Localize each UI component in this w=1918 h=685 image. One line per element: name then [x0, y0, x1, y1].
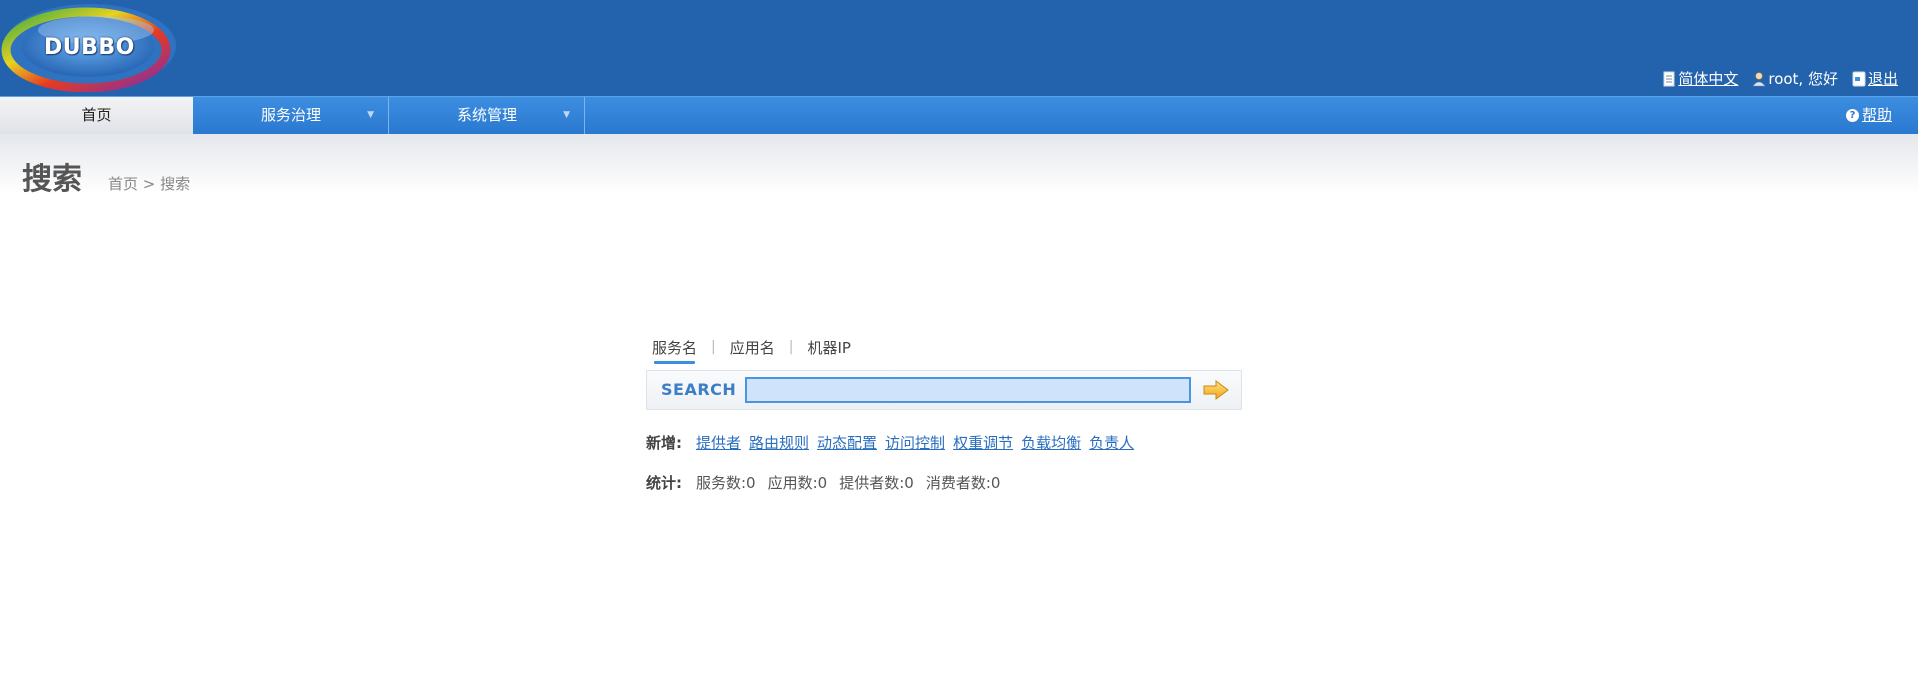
chevron-down-icon: ▼	[563, 110, 570, 120]
stat-consumers: 消费者数:0	[925, 473, 1001, 492]
add-dynamic-config-link[interactable]: 动态配置	[817, 432, 877, 453]
add-owner-link[interactable]: 负责人	[1089, 432, 1134, 453]
search-label: SEARCH	[661, 380, 737, 399]
user-bar: 简体中文 root, 您好 退出	[1662, 68, 1898, 89]
breadcrumb: 首页 > 搜索	[108, 175, 191, 193]
help-icon: ?	[1845, 109, 1859, 122]
add-access-control-link[interactable]: 访问控制	[885, 432, 945, 453]
search-arrow-icon[interactable]	[1201, 378, 1231, 402]
nav-service-governance-label: 服务治理	[260, 106, 321, 124]
tab-machine-ip[interactable]: 机器IP	[807, 337, 850, 358]
add-weight-link[interactable]: 权重调节	[953, 432, 1013, 453]
chevron-down-icon: ▼	[367, 110, 374, 120]
user-icon	[1752, 71, 1766, 86]
logout-icon	[1852, 71, 1866, 86]
search-tabs: 服务名 | 应用名 | 机器IP	[646, 334, 1242, 364]
add-row: 新增: 提供者 路由规则 动态配置 访问控制 权重调节 负载均衡 负责人	[646, 432, 1242, 452]
search-area: 服务名 | 应用名 | 机器IP SEARCH 新增: 提供者 路由规则 动态配…	[646, 334, 1242, 492]
dubbo-logo[interactable]: DUBBO	[0, 0, 180, 92]
nav-system-management[interactable]: 系统管理 ▼	[390, 97, 585, 134]
tab-service-name[interactable]: 服务名	[652, 337, 697, 364]
tab-application-name[interactable]: 应用名	[730, 337, 775, 358]
page-title: 搜索	[22, 162, 82, 197]
tab-divider: |	[711, 339, 716, 355]
user-info: root, 您好	[1752, 68, 1838, 89]
logo-text: DUBBO	[44, 35, 135, 60]
language-switch[interactable]: 简体中文	[1662, 68, 1738, 89]
stat-services: 服务数:0	[696, 473, 756, 492]
add-route-link[interactable]: 路由规则	[749, 432, 809, 453]
add-provider-link[interactable]: 提供者	[696, 432, 741, 453]
stat-providers: 提供者数:0	[839, 473, 914, 492]
nav-home[interactable]: 首页	[0, 97, 193, 134]
user-greeting: root, 您好	[1768, 70, 1838, 88]
add-load-balance-link[interactable]: 负载均衡	[1021, 432, 1081, 453]
document-icon	[1663, 71, 1675, 86]
search-input[interactable]	[745, 377, 1191, 403]
tab-divider: |	[788, 339, 794, 355]
logout[interactable]: 退出	[1852, 68, 1898, 89]
logout-link[interactable]: 退出	[1868, 68, 1898, 89]
help-link[interactable]: 帮助	[1862, 97, 1892, 134]
nav-system-management-label: 系统管理	[456, 106, 517, 124]
add-label: 新增:	[646, 433, 682, 452]
title-bar: 搜索 首页 > 搜索	[0, 134, 1918, 197]
nav-service-governance[interactable]: 服务治理 ▼	[194, 97, 389, 134]
search-box: SEARCH	[646, 370, 1242, 410]
stats-row: 统计: 服务数:0 应用数:0 提供者数:0 消费者数:0	[646, 472, 1242, 492]
header: DUBBO 简体中文 root, 您好 退出	[0, 0, 1918, 96]
nav-help[interactable]: ? 帮助	[1845, 97, 1892, 134]
main-nav: 首页 服务治理 ▼ 系统管理 ▼ ? 帮助	[0, 96, 1918, 134]
stats-label: 统计:	[646, 473, 682, 492]
language-link[interactable]: 简体中文	[1678, 68, 1738, 89]
stat-applications: 应用数:0	[767, 473, 828, 492]
